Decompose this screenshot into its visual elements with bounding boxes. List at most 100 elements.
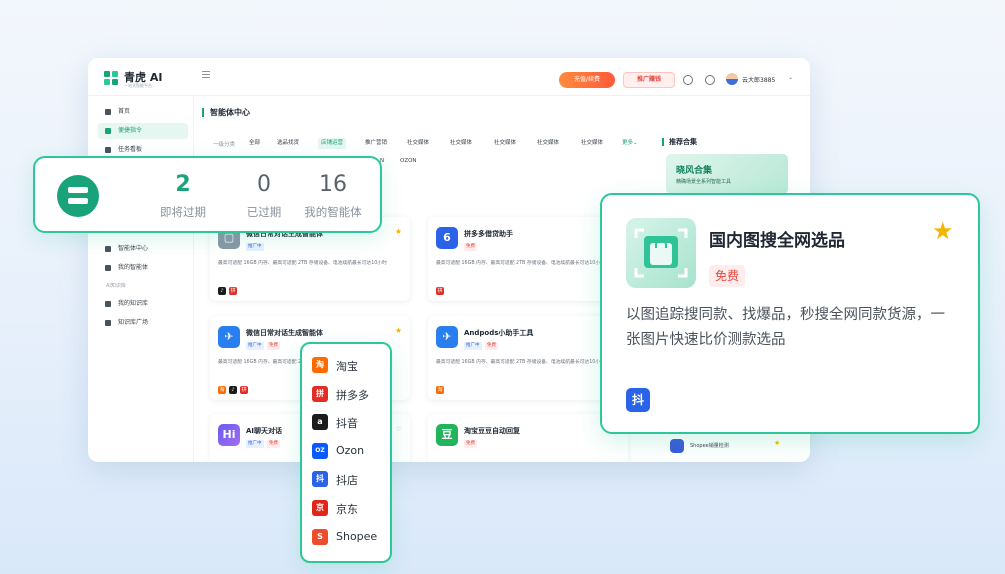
agent-detail-card[interactable]: 国内图搜全网选品 免费 ★ 以图追踪搜同款、找爆品，秒搜全网同款货源，一张图片快… [600, 193, 980, 434]
chip-all[interactable]: 全部 [246, 138, 263, 149]
star-icon[interactable]: ★ [932, 219, 954, 243]
game-icon [670, 439, 684, 453]
stat-expiring-label: 即将过期 [160, 205, 206, 219]
platform-jd[interactable]: 京 京东 [312, 498, 388, 518]
spiral-icon: 6 [436, 227, 458, 249]
agent-card[interactable]: 豆 淘宝豆豆自动回复 免费 [428, 414, 628, 462]
bird-icon: ✈ [218, 326, 240, 348]
doudian-icon: 抖 [626, 388, 650, 412]
platform-doudian[interactable]: 抖 抖店 [312, 469, 388, 489]
platform-douyin[interactable]: a 抖音 [312, 412, 388, 432]
platform-ozon[interactable]: OZ Ozon [312, 441, 388, 461]
star-icon[interactable]: ★ [774, 439, 780, 447]
douyin-icon: a [312, 414, 328, 430]
stat-my-agents-label: 我的智能体 [304, 205, 362, 219]
chip-social[interactable]: 社交媒体 [534, 138, 562, 149]
banner-subtitle: 精确场景全系列智能工具 [676, 179, 732, 185]
detail-description: 以图追踪搜同款、找爆品，秒搜全网同款货源，一张图片快速比价测款选品 [626, 307, 945, 348]
help-icon[interactable] [683, 75, 693, 85]
douyin-icon: ♪ [229, 386, 237, 394]
tag-free: 免费 [464, 243, 477, 251]
board-icon [105, 147, 111, 153]
chevron-down-icon: ⌄ [633, 140, 638, 146]
refresh-icon[interactable] [705, 75, 715, 85]
ozon-icon: OZ [312, 443, 328, 459]
taobao-icon: 淘 [218, 386, 226, 394]
recommend-banner[interactable]: 晓风合集 精确场景全系列智能工具 [666, 154, 788, 194]
sidebar-item-my-agents[interactable]: 我的智能体 [98, 260, 188, 276]
sidebar-item-label: 首页 [118, 108, 131, 115]
stat-expiring-count: 2 [175, 172, 191, 197]
agent-card[interactable]: 6 拼多多借贷助手 免费 最高可适配 16GB 内存、最高可适配 2TB 存储设… [428, 217, 628, 301]
banner-title: 晓风合集 [676, 166, 713, 176]
more-label: 更多 [622, 140, 634, 146]
sidebar-item-my-kb[interactable]: 我的知识库 [98, 296, 188, 312]
taobao-icon: 淘 [436, 386, 444, 394]
star-icon[interactable]: ★ [395, 326, 402, 335]
shopee-icon: S [312, 529, 328, 545]
pinduoduo-icon: 拼 [436, 287, 444, 295]
sidebar: 首页 便捷指令 任务看板 智能体中心 我的智能体 AI知识库 我的知识库 知识库… [88, 96, 194, 462]
chip-ozon[interactable]: OZON [400, 158, 417, 164]
grid-icon [105, 265, 111, 271]
menu-toggle-icon[interactable] [202, 71, 210, 79]
chip-social[interactable]: 社交媒体 [578, 138, 606, 149]
douyin-icon: ♪ [218, 287, 226, 295]
chip-more[interactable]: 更多⌄ [622, 138, 638, 149]
command-icon [105, 128, 111, 134]
platform-list: 淘 淘宝 拼 拼多多 a 抖音 OZ Ozon 抖 抖店 京 京东 S Shop… [300, 342, 392, 563]
tag-promoting: 推广中 [246, 342, 264, 350]
hi-icon: Hi [218, 424, 240, 446]
platform-label: Ozon [336, 444, 365, 457]
bean-icon: 豆 [436, 424, 458, 446]
tag-free: 免费 [267, 440, 280, 448]
avatar[interactable] [726, 73, 738, 85]
tag-free: 免费 [464, 440, 477, 448]
tag-promoting: 推广中 [464, 342, 482, 350]
sidebar-item-agent-center[interactable]: 智能体中心 [98, 241, 188, 257]
detail-title: 国内图搜全网选品 [709, 231, 845, 251]
grid-icon [105, 246, 111, 252]
jd-icon: 京 [312, 500, 328, 516]
sidebar-item-home[interactable]: 首页 [98, 104, 188, 120]
book-icon [105, 301, 111, 307]
recharge-button[interactable]: 充值/续费 [559, 72, 615, 88]
chip-marketing[interactable]: 推广营销 [362, 138, 390, 149]
top-bar: 青虎 AI 一站式智能平台 充值/续费 推广赚钱 云大郎3885 ⌄ [88, 58, 810, 96]
star-icon[interactable]: ☆ [395, 424, 402, 433]
pinduoduo-icon: 拼 [240, 386, 248, 394]
chip-social[interactable]: 社交媒体 [491, 138, 519, 149]
sidebar-item-commands[interactable]: 便捷指令 [98, 123, 188, 139]
card-title: 微信日常对话生成智能体 [246, 329, 323, 337]
sidebar-item-label: 任务看板 [118, 146, 143, 153]
sidebar-item-label: 知识库广场 [118, 319, 149, 326]
chevron-down-icon[interactable]: ⌄ [788, 74, 793, 81]
page-title: 智能体中心 [202, 108, 250, 117]
card-desc: 最高可适配 16GB 内存、最高可适配 2TB 存储设备、电池续航最长可达10小… [436, 261, 605, 266]
home-icon [105, 109, 111, 115]
chip-sourcing[interactable]: 选品找货 [274, 138, 302, 149]
recommend-item[interactable]: Shopee销量检测 ★ [666, 436, 788, 456]
taobao-icon: 淘 [312, 357, 328, 373]
promo-button[interactable]: 推广赚钱 [623, 72, 675, 88]
filter-label: 一级分类 [213, 142, 236, 148]
platform-pinduoduo[interactable]: 拼 拼多多 [312, 384, 388, 404]
expiry-stats-card: 2 即将过期 0 已过期 16 我的智能体 [33, 156, 382, 233]
doudian-icon: 抖 [312, 471, 328, 487]
tag-promoting: 推广中 [246, 243, 264, 251]
app-subtitle: 一站式智能平台 [124, 83, 152, 88]
platform-taobao[interactable]: 淘 淘宝 [312, 355, 388, 375]
platform-label: 抖音 [336, 417, 358, 430]
chip-store-ops[interactable]: 店铺运营 [318, 138, 347, 149]
tag-free: 免费 [267, 342, 280, 350]
agent-card[interactable]: ✈ Andpods小助手工具 推广中 免费 最高可适配 16GB 内存、最高可适… [428, 316, 628, 400]
tag-free: 免费 [485, 342, 498, 350]
username[interactable]: 云大郎3885 [742, 75, 775, 84]
sidebar-item-label: 便捷指令 [118, 127, 143, 134]
platform-shopee[interactable]: S Shopee [312, 527, 388, 547]
chip-social[interactable]: 社交媒体 [447, 138, 475, 149]
chip-social[interactable]: 社交媒体 [404, 138, 432, 149]
sidebar-item-kb-square[interactable]: 知识库广场 [98, 315, 188, 331]
star-icon[interactable]: ★ [395, 227, 402, 236]
sidebar-item-label: 智能体中心 [118, 245, 149, 252]
